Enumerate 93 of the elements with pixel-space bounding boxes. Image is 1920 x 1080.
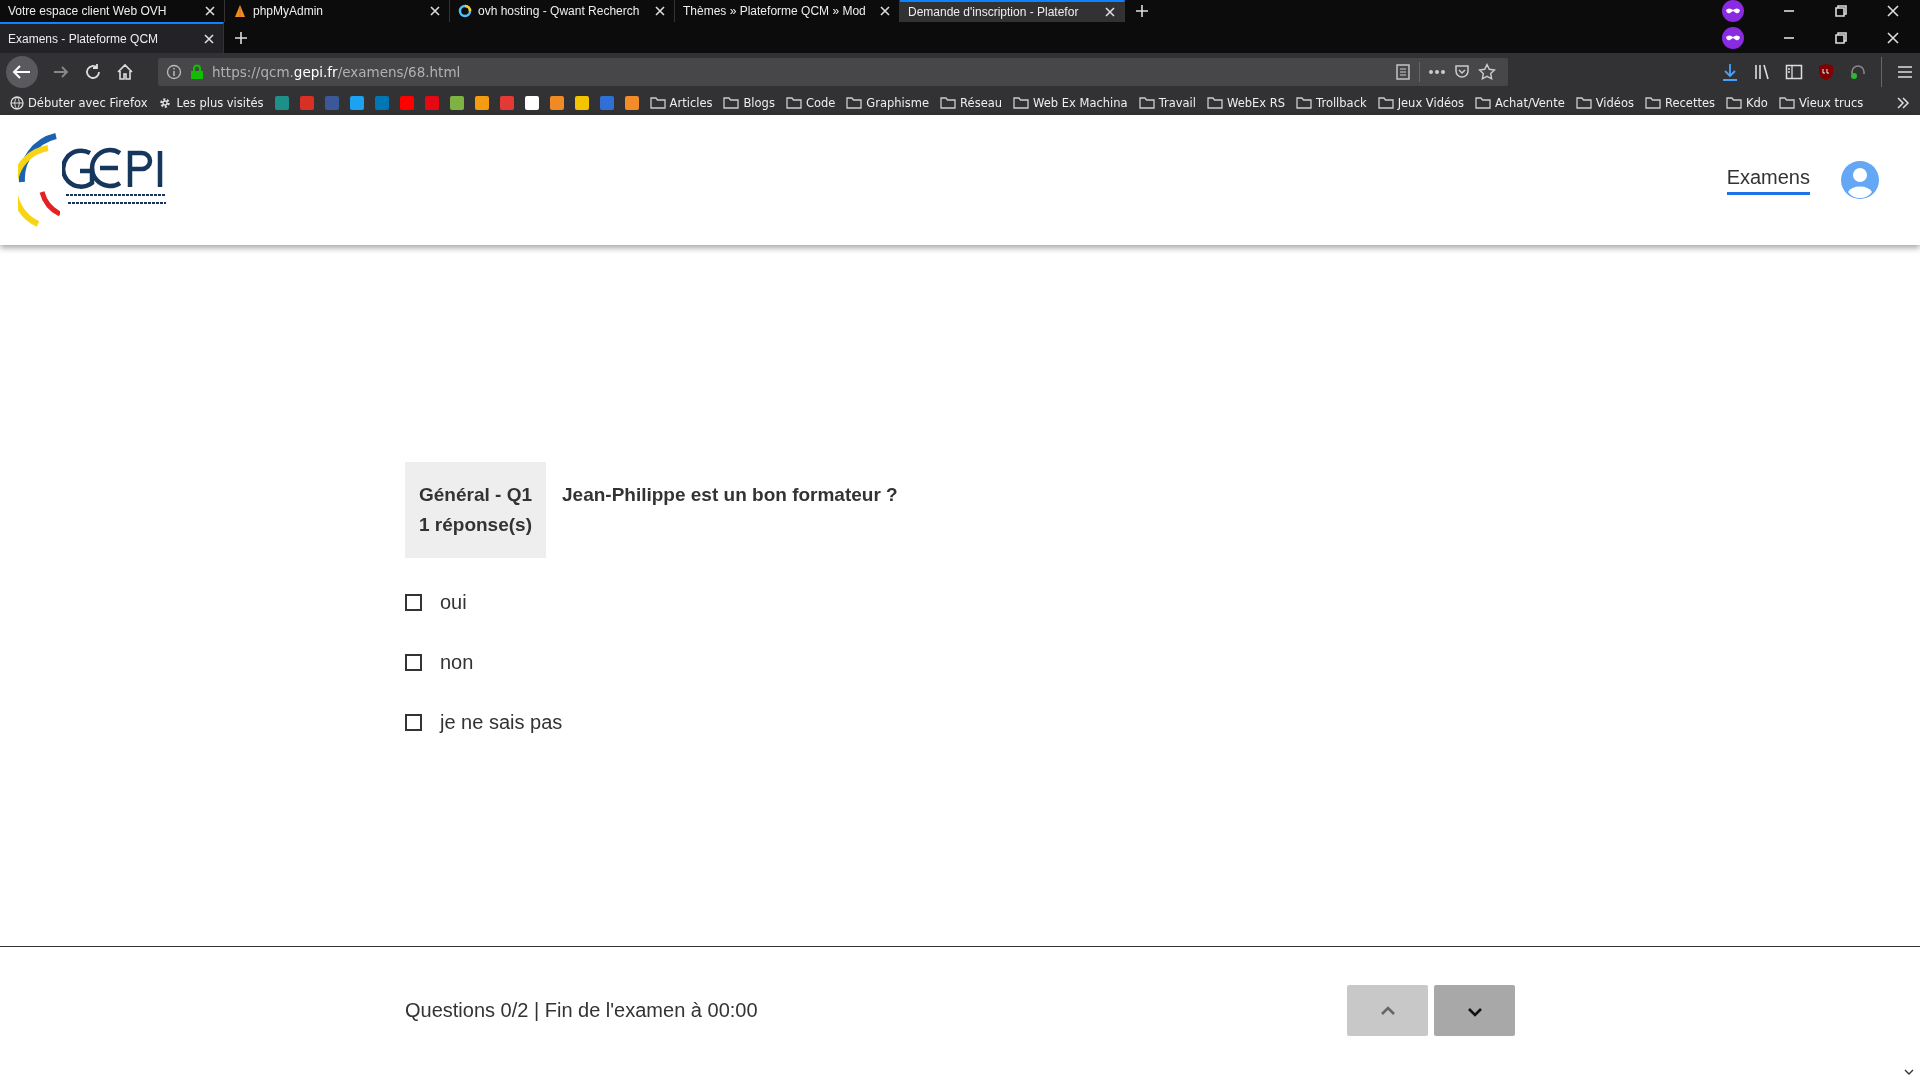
bookmark-icon[interactable] xyxy=(549,95,564,110)
new-tab-icon[interactable] xyxy=(234,30,248,45)
close-icon[interactable] xyxy=(654,5,666,17)
bookmark-link[interactable]: Web Ex Machina xyxy=(1013,95,1128,110)
bookmark-link[interactable]: Les plus visités xyxy=(158,95,264,110)
bookmark-icon[interactable] xyxy=(474,95,489,110)
address-bar[interactable]: https://qcm.gepi.fr/examens/68.html xyxy=(158,57,1508,86)
folder-icon xyxy=(846,96,863,109)
reader-view-icon[interactable] xyxy=(1395,63,1411,80)
tab-title: phpMyAdmin xyxy=(253,4,325,18)
mask-icon xyxy=(1722,0,1744,22)
folder-icon xyxy=(1644,96,1661,109)
bookmark-link[interactable]: Vieux trucs xyxy=(1778,95,1864,110)
back-icon[interactable] xyxy=(6,55,38,88)
folder-icon xyxy=(1013,96,1030,109)
answer-count-text: 1 réponse(s) xyxy=(419,513,532,537)
folder-icon xyxy=(649,96,666,109)
tab-title: Demande d'inscription - Platefor xyxy=(908,5,1080,19)
logo-arcs-icon xyxy=(18,132,60,228)
folder-icon xyxy=(1207,96,1223,109)
option-label: non xyxy=(440,650,474,674)
checkbox[interactable] xyxy=(405,653,422,671)
folder-icon xyxy=(1475,96,1492,109)
checkbox[interactable] xyxy=(405,713,422,731)
bookmark-link[interactable]: Graphisme xyxy=(846,95,930,110)
browser-tab[interactable]: Demande d'inscription - Platefor xyxy=(900,0,1125,22)
chevron-icon[interactable] xyxy=(1896,96,1910,109)
nav-link[interactable]: Examens xyxy=(1726,165,1810,195)
new-tab-icon[interactable] xyxy=(1135,4,1149,18)
ring-icon xyxy=(458,4,472,18)
close-icon[interactable] xyxy=(203,32,215,45)
bookmark-icon[interactable] xyxy=(449,95,464,110)
bookmark-link[interactable]: Code xyxy=(785,95,836,110)
tab-title: ovh hosting - Qwant Recherch xyxy=(478,4,641,18)
sail-icon xyxy=(233,4,247,18)
exam-status-text: Questions 0/2 | Fin de l'examen à 00:00 xyxy=(405,999,758,1022)
close-icon[interactable] xyxy=(204,5,216,17)
folder-icon xyxy=(723,96,740,109)
browser-tab[interactable]: Examens - Plateforme QCM xyxy=(0,22,224,53)
restore-icon[interactable] xyxy=(1834,30,1848,45)
pocket-icon[interactable] xyxy=(1454,63,1470,80)
bookmark-link[interactable]: Recettes xyxy=(1644,95,1715,110)
mask-icon xyxy=(1722,26,1744,49)
tab-title: Thèmes » Plateforme QCM » Mod xyxy=(683,4,867,18)
bookmark-icon[interactable] xyxy=(524,95,539,110)
close-icon[interactable] xyxy=(1104,6,1116,18)
bookmark-icon[interactable] xyxy=(574,95,589,110)
bookmark-link[interactable]: Travail xyxy=(1138,95,1196,110)
bookmark-link[interactable]: Blogs xyxy=(723,95,775,110)
close-icon[interactable] xyxy=(1886,4,1900,18)
checkbox[interactable] xyxy=(405,593,422,611)
library-icon[interactable] xyxy=(1753,62,1771,81)
close-icon[interactable] xyxy=(1886,30,1900,45)
bookmark-icon[interactable] xyxy=(624,95,639,110)
folder-icon xyxy=(1575,96,1592,109)
tab-title: Votre espace client Web OVH xyxy=(8,4,168,18)
option-label: je ne sais pas xyxy=(440,710,563,734)
bookmark-link[interactable]: Réseau xyxy=(940,95,1003,110)
bookmark-link[interactable]: Jeux Vidéos xyxy=(1377,95,1465,110)
option-label: oui xyxy=(440,590,467,614)
bookmark-link[interactable]: Achat/Vente xyxy=(1475,95,1565,110)
sidebar-icon[interactable] xyxy=(1785,62,1803,81)
bookmark-star-icon[interactable] xyxy=(1478,62,1496,81)
close-icon[interactable] xyxy=(879,5,891,17)
scroll-down-icon[interactable] xyxy=(1904,1068,1914,1076)
folder-icon xyxy=(940,96,957,109)
globe-icon xyxy=(10,95,24,110)
bookmark-link[interactable]: Trollback xyxy=(1296,95,1367,110)
bookmark-link[interactable]: Vidéos xyxy=(1575,95,1634,110)
category-text: Général - Q1 xyxy=(419,483,532,507)
folder-icon xyxy=(785,96,802,109)
bookmark-link[interactable]: Articles xyxy=(649,95,713,110)
reload-icon[interactable] xyxy=(84,62,102,81)
more-icon[interactable] xyxy=(1428,68,1446,75)
tab-title: Examens - Plateforme QCM xyxy=(8,31,160,46)
folder-icon xyxy=(1778,96,1795,109)
bookmark-link[interactable]: Débuter avec Firefox xyxy=(10,95,148,110)
download-icon[interactable] xyxy=(1721,62,1739,81)
url-text: https://qcm.gepi.fr/examens/68.html xyxy=(212,63,461,80)
gear-icon xyxy=(158,95,173,110)
folder-icon xyxy=(1296,96,1313,109)
padlock-icon xyxy=(190,63,204,80)
bookmark-link[interactable]: Kdo xyxy=(1726,95,1768,110)
info-icon xyxy=(166,63,182,80)
restore-icon[interactable] xyxy=(1834,4,1848,18)
home-icon[interactable] xyxy=(116,62,134,81)
shield-icon[interactable] xyxy=(1817,62,1835,81)
folder-icon xyxy=(1726,96,1742,109)
question-text: Jean-Philippe est un bon formateur ? xyxy=(562,483,898,507)
folder-icon xyxy=(1377,96,1394,109)
bookmark-link[interactable]: WebEx RS xyxy=(1207,95,1286,110)
close-icon[interactable] xyxy=(429,5,441,17)
folder-icon xyxy=(1138,96,1155,109)
